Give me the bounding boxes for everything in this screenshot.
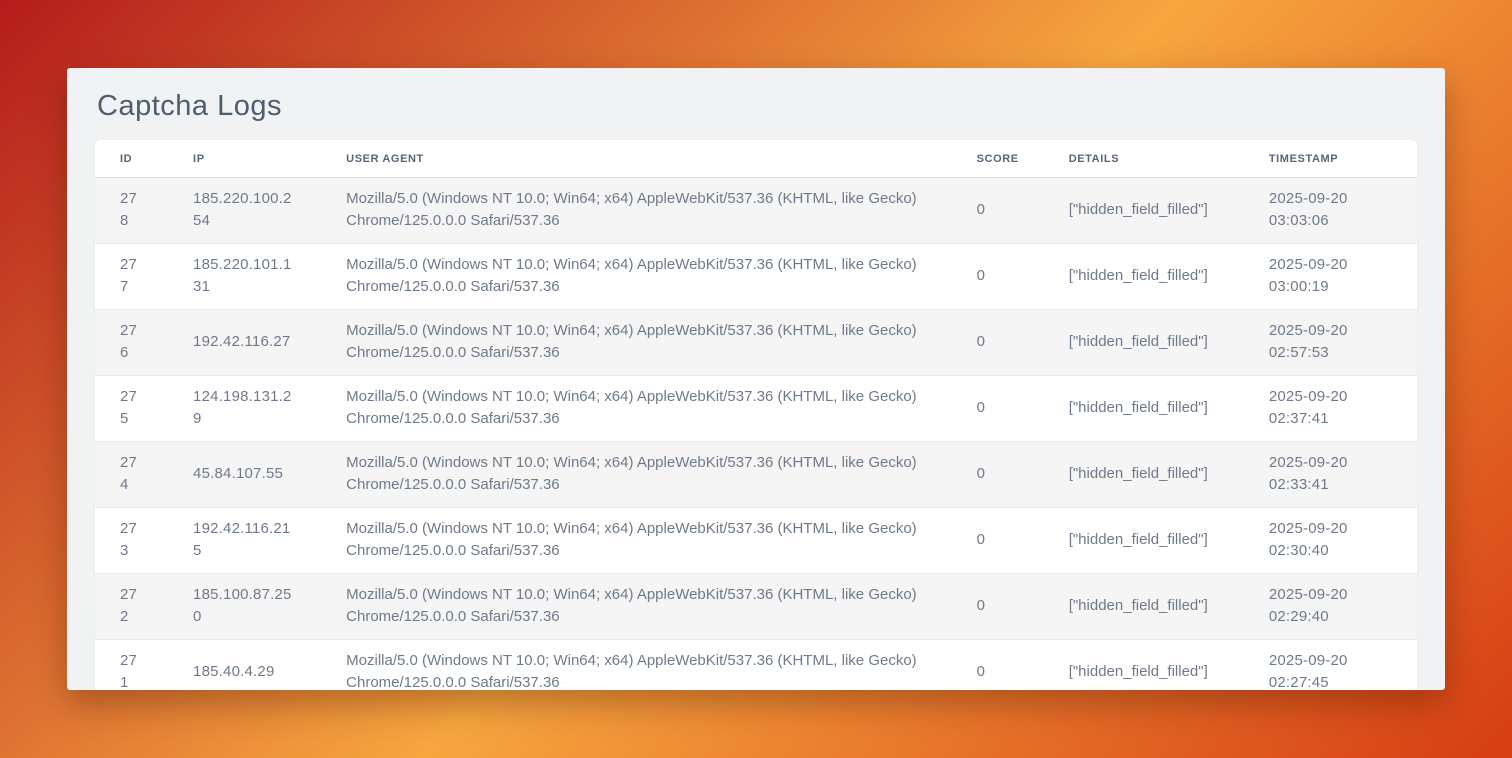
cell-ip: 185.220.100.254 (168, 178, 321, 244)
cell-score: 0 (952, 442, 1044, 508)
cell-id: 275 (95, 376, 168, 442)
cell-timestamp: 2025-09-20 02:30:40 (1244, 508, 1417, 574)
cell-id: 278 (95, 178, 168, 244)
cell-user-agent: Mozilla/5.0 (Windows NT 10.0; Win64; x64… (321, 178, 951, 244)
cell-details: ["hidden_field_filled"] (1044, 244, 1244, 310)
cell-ip: 192.42.116.215 (168, 508, 321, 574)
cell-details: ["hidden_field_filled"] (1044, 178, 1244, 244)
cell-score: 0 (952, 508, 1044, 574)
table-row: 276 192.42.116.27 Mozilla/5.0 (Windows N… (95, 310, 1417, 376)
cell-score: 0 (952, 310, 1044, 376)
cell-timestamp: 2025-09-20 02:29:40 (1244, 574, 1417, 640)
cell-ip: 185.220.101.131 (168, 244, 321, 310)
captcha-logs-table: ID IP USER AGENT SCORE DETAILS TIMESTAMP… (95, 140, 1417, 690)
cell-score: 0 (952, 574, 1044, 640)
table-row: 271 185.40.4.29 Mozilla/5.0 (Windows NT … (95, 640, 1417, 691)
cell-user-agent: Mozilla/5.0 (Windows NT 10.0; Win64; x64… (321, 574, 951, 640)
cell-timestamp: 2025-09-20 03:00:19 (1244, 244, 1417, 310)
cell-details: ["hidden_field_filled"] (1044, 442, 1244, 508)
table-row: 273 192.42.116.215 Mozilla/5.0 (Windows … (95, 508, 1417, 574)
cell-timestamp: 2025-09-20 02:27:45 (1244, 640, 1417, 691)
cell-ip: 185.40.4.29 (168, 640, 321, 691)
cell-score: 0 (952, 640, 1044, 691)
page-title: Captcha Logs (97, 88, 1415, 124)
cell-id: 276 (95, 310, 168, 376)
cell-details: ["hidden_field_filled"] (1044, 310, 1244, 376)
cell-details: ["hidden_field_filled"] (1044, 376, 1244, 442)
cell-timestamp: 2025-09-20 03:03:06 (1244, 178, 1417, 244)
cell-user-agent: Mozilla/5.0 (Windows NT 10.0; Win64; x64… (321, 244, 951, 310)
column-header-user-agent: USER AGENT (321, 140, 951, 178)
cell-details: ["hidden_field_filled"] (1044, 508, 1244, 574)
cell-id: 274 (95, 442, 168, 508)
cell-details: ["hidden_field_filled"] (1044, 574, 1244, 640)
cell-id: 271 (95, 640, 168, 691)
cell-user-agent: Mozilla/5.0 (Windows NT 10.0; Win64; x64… (321, 310, 951, 376)
table-row: 275 124.198.131.29 Mozilla/5.0 (Windows … (95, 376, 1417, 442)
captcha-logs-card: Captcha Logs ID IP USER AGENT SCORE DETA… (67, 68, 1445, 690)
column-header-id: ID (95, 140, 168, 178)
cell-score: 0 (952, 244, 1044, 310)
cell-timestamp: 2025-09-20 02:57:53 (1244, 310, 1417, 376)
cell-ip: 185.100.87.250 (168, 574, 321, 640)
table-row: 272 185.100.87.250 Mozilla/5.0 (Windows … (95, 574, 1417, 640)
column-header-details: DETAILS (1044, 140, 1244, 178)
cell-score: 0 (952, 376, 1044, 442)
cell-ip: 45.84.107.55 (168, 442, 321, 508)
cell-user-agent: Mozilla/5.0 (Windows NT 10.0; Win64; x64… (321, 442, 951, 508)
cell-score: 0 (952, 178, 1044, 244)
table-row: 277 185.220.101.131 Mozilla/5.0 (Windows… (95, 244, 1417, 310)
cell-timestamp: 2025-09-20 02:37:41 (1244, 376, 1417, 442)
cell-id: 277 (95, 244, 168, 310)
cell-user-agent: Mozilla/5.0 (Windows NT 10.0; Win64; x64… (321, 376, 951, 442)
captcha-logs-table-container: ID IP USER AGENT SCORE DETAILS TIMESTAMP… (95, 140, 1417, 690)
cell-ip: 192.42.116.27 (168, 310, 321, 376)
cell-details: ["hidden_field_filled"] (1044, 640, 1244, 691)
cell-timestamp: 2025-09-20 02:33:41 (1244, 442, 1417, 508)
cell-id: 272 (95, 574, 168, 640)
table-body: 278 185.220.100.254 Mozilla/5.0 (Windows… (95, 178, 1417, 691)
column-header-timestamp: TIMESTAMP (1244, 140, 1417, 178)
table-row: 278 185.220.100.254 Mozilla/5.0 (Windows… (95, 178, 1417, 244)
table-row: 274 45.84.107.55 Mozilla/5.0 (Windows NT… (95, 442, 1417, 508)
cell-user-agent: Mozilla/5.0 (Windows NT 10.0; Win64; x64… (321, 640, 951, 691)
column-header-ip: IP (168, 140, 321, 178)
cell-id: 273 (95, 508, 168, 574)
cell-user-agent: Mozilla/5.0 (Windows NT 10.0; Win64; x64… (321, 508, 951, 574)
column-header-score: SCORE (952, 140, 1044, 178)
cell-ip: 124.198.131.29 (168, 376, 321, 442)
table-header-row: ID IP USER AGENT SCORE DETAILS TIMESTAMP (95, 140, 1417, 178)
